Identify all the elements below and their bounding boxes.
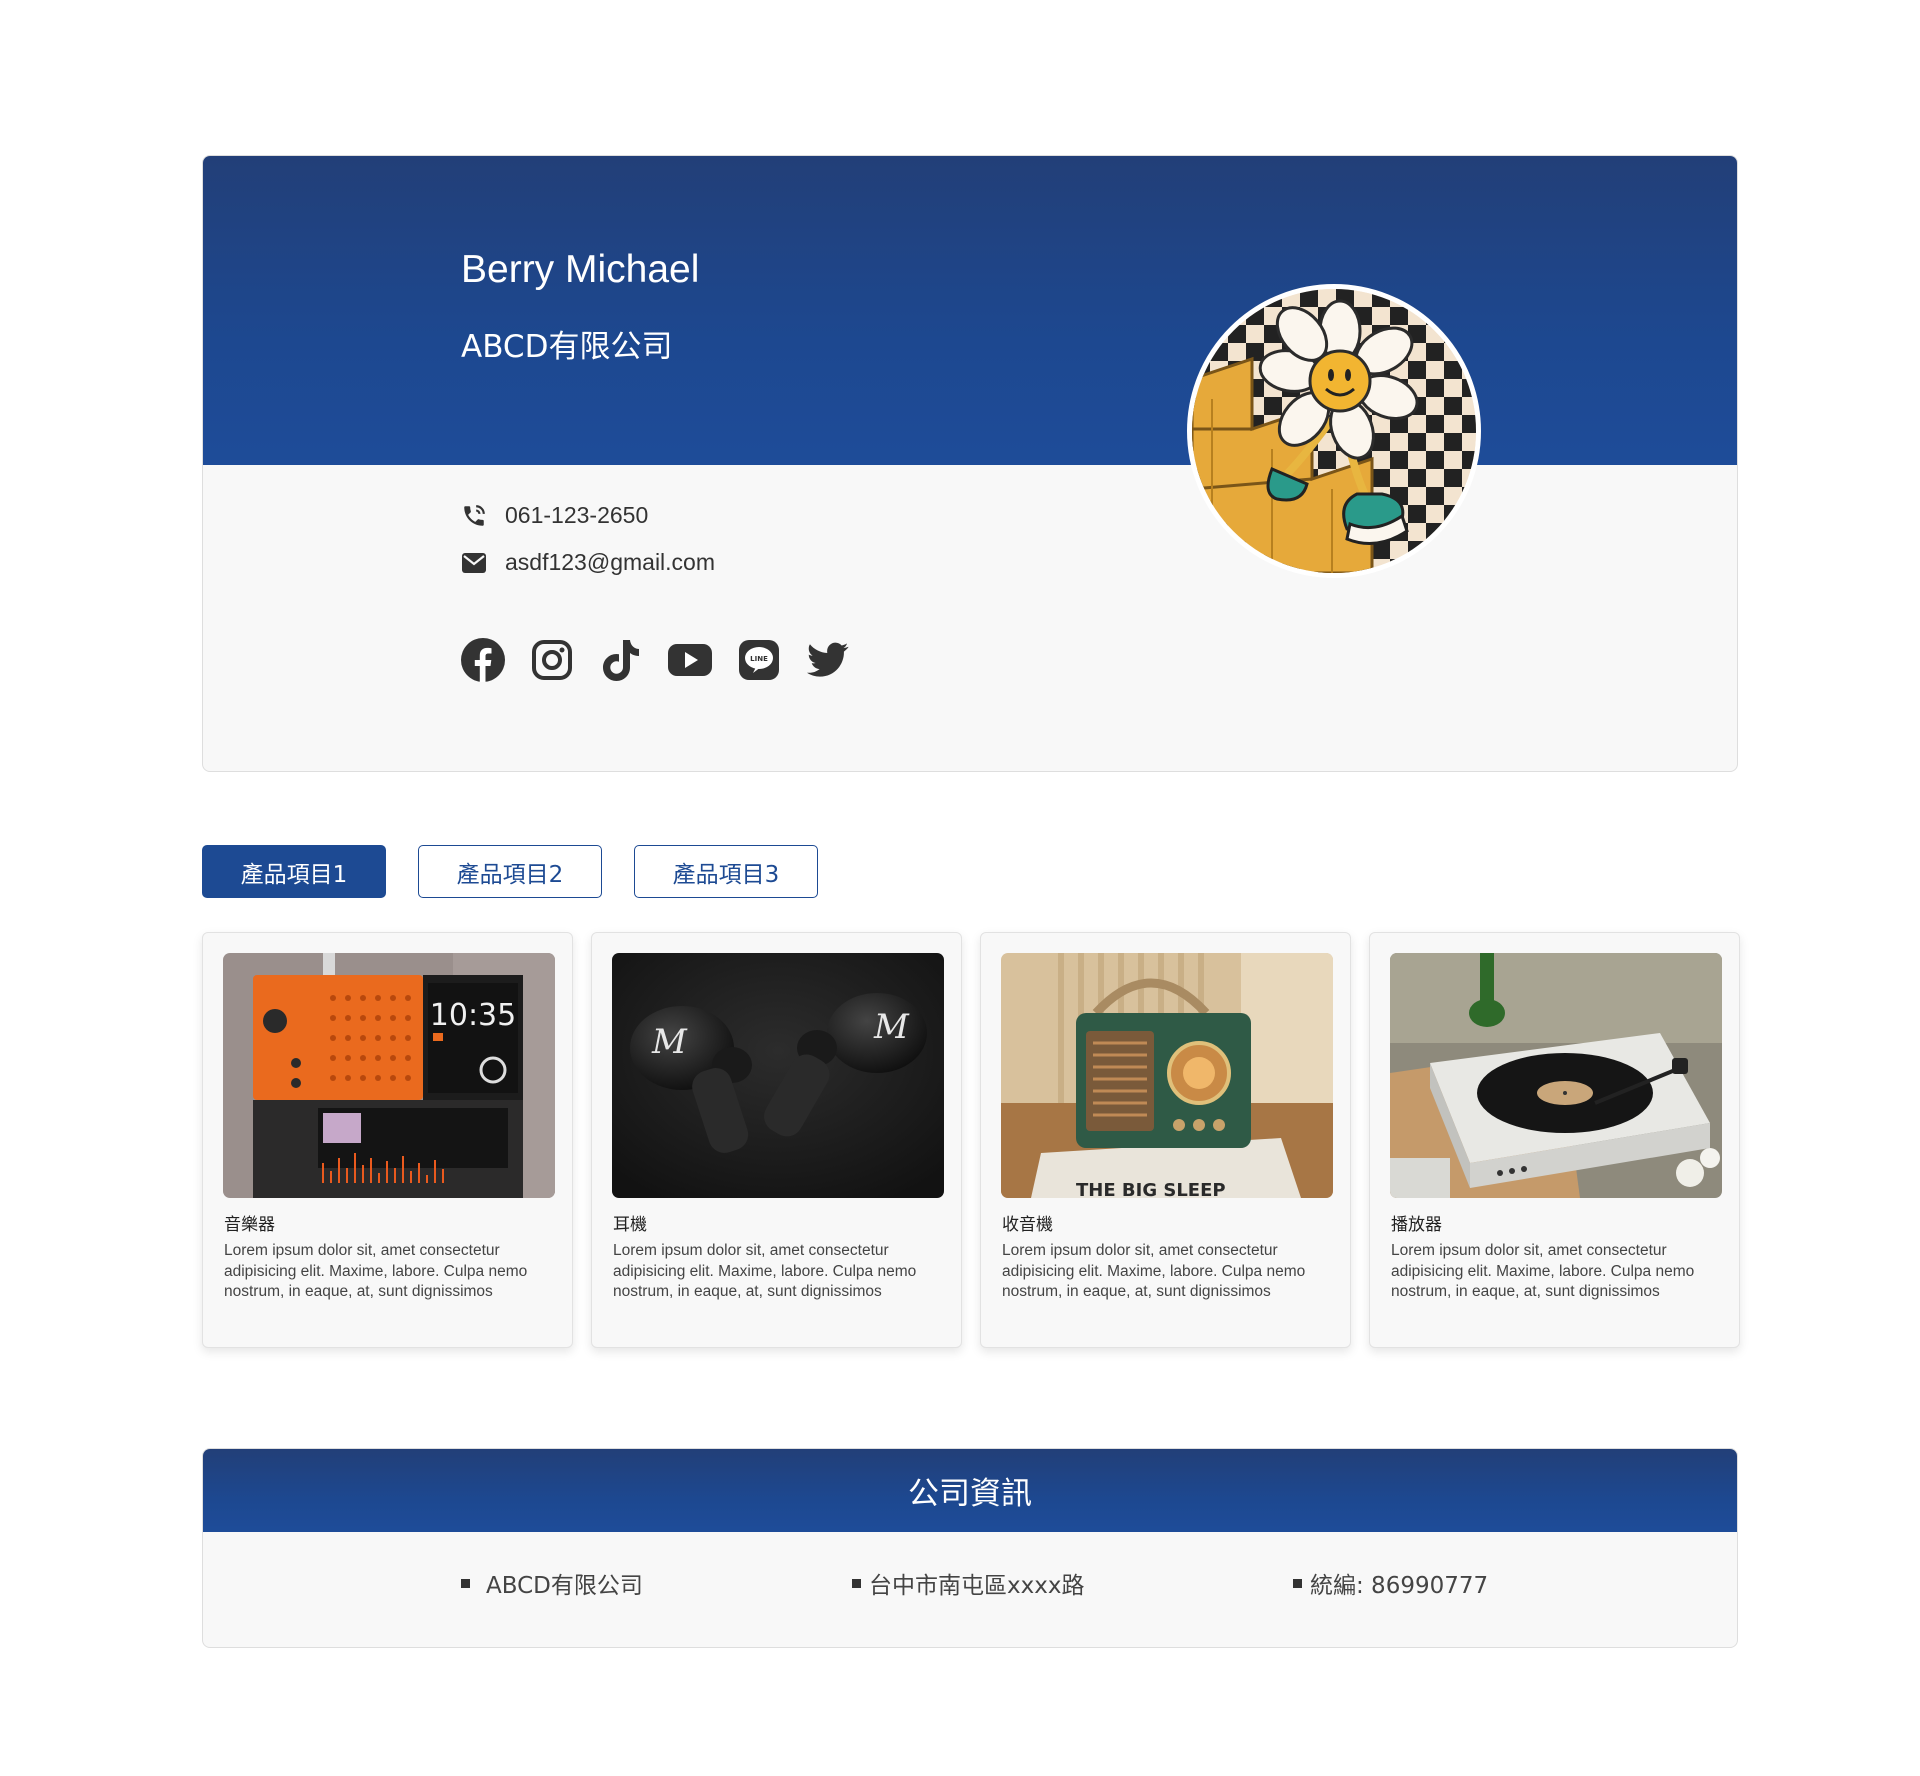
- profile-company: ABCD有限公司: [461, 329, 673, 365]
- instagram-icon[interactable]: [529, 637, 575, 683]
- svg-text:M: M: [873, 1007, 910, 1047]
- product-card[interactable]: M M 耳機 Lorem ipsum dolor sit, amet conse…: [591, 932, 962, 1348]
- profile-card: Berry Michael ABCD有限公司 061-123-2650 asdf…: [202, 155, 1738, 772]
- company-address-item: 台中市南屯區xxxx路: [852, 1566, 1084, 1600]
- product-image: 10:35: [223, 953, 555, 1198]
- product-card[interactable]: 播放器 Lorem ipsum dolor sit, amet consecte…: [1369, 932, 1740, 1348]
- product-description: Lorem ipsum dolor sit, amet consectetur …: [1391, 1242, 1695, 1300]
- company-info-header: 公司資訊: [203, 1449, 1737, 1532]
- tiktok-icon[interactable]: [598, 637, 644, 683]
- avatar: [1187, 284, 1481, 578]
- svg-text:THE BIG SLEEP: THE BIG SLEEP: [1076, 1180, 1226, 1198]
- company-tax-id-item: 統編: 86990777: [1293, 1566, 1488, 1600]
- product-image: [1390, 953, 1722, 1198]
- svg-text:M: M: [651, 1022, 688, 1062]
- social-links: LINE: [460, 637, 851, 683]
- product-title: 收音機: [1002, 1215, 1053, 1235]
- profile-name: Berry Michael: [461, 248, 700, 291]
- product-title: 耳機: [613, 1215, 647, 1235]
- company-name-item: ABCD有限公司: [461, 1566, 643, 1600]
- bullet-icon: [1293, 1578, 1302, 1588]
- company-info-card: 公司資訊 ABCD有限公司 台中市南屯區xxxx路 統編: 86990777: [202, 1448, 1738, 1648]
- email-row[interactable]: asdf123@gmail.com: [461, 549, 715, 576]
- youtube-icon[interactable]: [667, 637, 713, 683]
- svg-text:10:35: 10:35: [430, 998, 516, 1033]
- phone-row[interactable]: 061-123-2650: [461, 502, 648, 529]
- product-list: 10:35 音樂器 Lorem ipsum dolor sit, amet co…: [202, 932, 1740, 1348]
- product-title: 播放器: [1391, 1215, 1442, 1235]
- product-card[interactable]: 10:35 音樂器 Lorem ipsum dolor sit, amet co…: [202, 932, 573, 1348]
- facebook-icon[interactable]: [460, 637, 506, 683]
- product-title: 音樂器: [224, 1215, 275, 1235]
- company-address: 台中市南屯區xxxx路: [869, 1573, 1085, 1599]
- bullet-icon: [461, 1578, 470, 1588]
- tab-product-1[interactable]: 產品項目1: [202, 845, 386, 898]
- product-image: THE BIG SLEEP: [1001, 953, 1333, 1198]
- line-icon[interactable]: LINE: [736, 637, 782, 683]
- twitter-icon[interactable]: [805, 637, 851, 683]
- product-description: Lorem ipsum dolor sit, amet consectetur …: [613, 1242, 917, 1300]
- product-card[interactable]: THE BIG SLEEP 收音機 Lorem ipsum dolor sit,…: [980, 932, 1351, 1348]
- company-name: ABCD有限公司: [486, 1573, 643, 1599]
- bullet-icon: [852, 1578, 861, 1588]
- email-address: asdf123@gmail.com: [505, 549, 715, 575]
- product-image: M M: [612, 953, 944, 1198]
- profile-banner: [203, 156, 1737, 465]
- phone-icon: [461, 503, 487, 529]
- phone-number: 061-123-2650: [505, 502, 649, 528]
- company-tax-id: 統編: 86990777: [1310, 1573, 1489, 1599]
- product-description: Lorem ipsum dolor sit, amet consectetur …: [1002, 1242, 1306, 1300]
- envelope-icon: [461, 550, 487, 576]
- product-tabs: 產品項目1 產品項目2 產品項目3: [202, 845, 818, 898]
- svg-text:LINE: LINE: [750, 655, 768, 663]
- product-description: Lorem ipsum dolor sit, amet consectetur …: [224, 1242, 528, 1300]
- company-info-heading: 公司資訊: [908, 1476, 1032, 1512]
- tab-product-3[interactable]: 產品項目3: [634, 845, 818, 898]
- tab-product-2[interactable]: 產品項目2: [418, 845, 602, 898]
